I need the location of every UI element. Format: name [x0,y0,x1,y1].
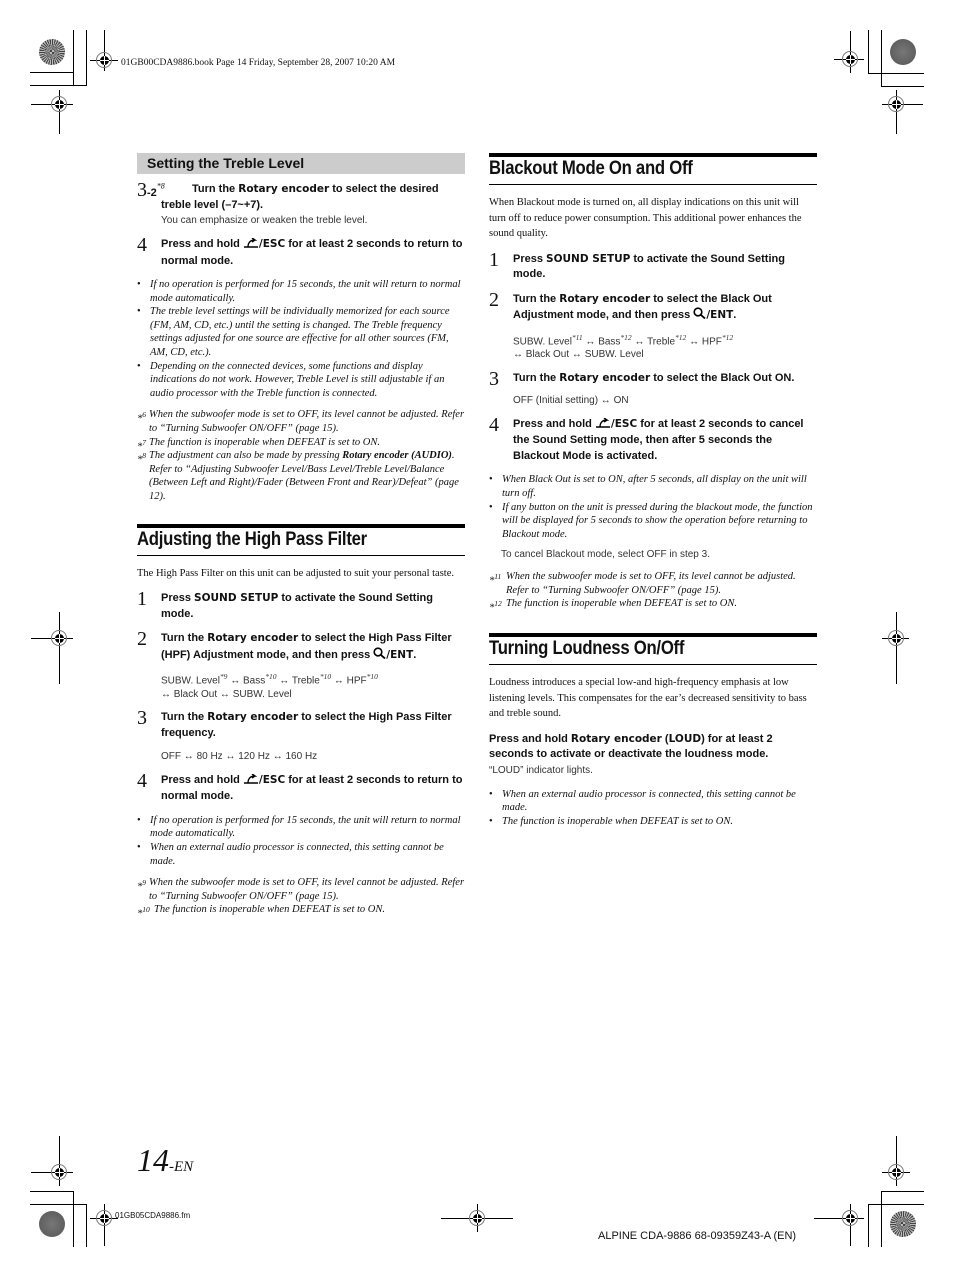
mode-sequence: SUBW. Level*9 ↔ Bass*10 ↔ Treble*10 ↔ HP… [161,672,378,700]
hpf-footnotes: *9 When the subwoofer mode is set to OFF,… [137,876,465,920]
crop-line [881,1191,924,1192]
step-number: 2 [489,288,499,311]
list-item: If no operation is performed for 15 seco… [137,278,465,305]
crop-line [881,86,924,87]
crop-line [30,1204,87,1205]
step-4: 4 Press and hold /ESC for at least 2 sec… [137,769,463,803]
step-1: 1 Press SOUND SETUP to activate the Soun… [489,248,785,281]
footnote: *11 When the subwoofer mode is set to OFF… [489,571,796,596]
crop-line [881,30,882,87]
color-target-icon [890,1211,916,1237]
step-number: 3 [489,367,499,390]
step-number: 4 [137,769,147,792]
footnote: *7 The function is inoperable when DEFEAT… [137,436,380,453]
crop-line [30,1191,74,1192]
gray-target-icon [39,1211,65,1237]
mode-sequence: SUBW. Level*11 ↔ Bass*12 ↔ Treble*12 ↔ H… [513,332,734,361]
list-item: The treble level settings will be indivi… [137,305,465,359]
step-number: 4 [137,234,147,256]
return-arrow-icon [243,773,259,790]
sound-setup-key: SOUND SETUP [194,592,279,604]
crop-line [73,1191,74,1247]
magnifier-icon [373,646,386,665]
crop-line [30,85,87,86]
list-item: The function is inoperable when DEFEAT i… [489,815,817,829]
section-intro: The High Pass Filter on this unit can be… [137,567,454,579]
section-title-hpf: Adjusting the High Pass Filter [137,523,465,556]
magnifier-icon [693,307,706,325]
step-3: 3 Turn the Rotary encoder to select the … [137,707,465,764]
footnote: *10 The function is inoperable when DEFEA… [137,904,385,920]
step-2: 2 Turn the Rotary encoder to select the … [137,628,465,701]
right-column: Blackout Mode On and Off When Blackout m… [489,153,817,836]
crop-line [73,30,74,86]
footer-file-name: 01GB05CDA9886.fm [115,1211,191,1220]
section-intro: Loudness introduces a special low-and hi… [489,677,807,720]
hpf-notes: If no operation is performed for 15 seco… [137,814,465,868]
return-arrow-icon [243,237,259,254]
step-2: 2 Turn the Rotary encoder to select the … [489,288,817,362]
gray-target-icon [890,39,916,65]
section-title-loudness: Turning Loudness On/Off [489,633,817,666]
loudness-notes: When an external audio processor is conn… [489,788,817,829]
section-title-blackout: Blackout Mode On and Off [489,153,817,185]
step-number: 4 [489,413,499,436]
return-arrow-icon [595,417,611,434]
left-column: Setting the Treble Level 3-2*8 Turn the … [137,153,465,920]
step-3: 3 Turn the Rotary encoder to select the … [489,367,817,408]
crop-line [881,1191,882,1247]
treble-footnotes: *6 When the subwoofer mode is set to OFF,… [137,408,465,503]
step-number: 2 [137,628,147,650]
rotary-encoder-key: Rotary encoder [238,183,330,195]
list-item: When an external audio processor is conn… [489,788,817,815]
step-1: 1 Press SOUND SETUP to activate the Soun… [137,588,433,620]
step-note: You can emphasize or weaken the treble l… [161,215,368,226]
footer-model-code: ALPINE CDA-9886 68-09359Z43-A (EN) [598,1230,797,1242]
crop-line [86,1204,87,1247]
step-4: 4 Press and hold /ESC for at least 2 sec… [137,234,463,267]
cancel-note: To cancel Blackout mode, select OFF in s… [501,549,710,561]
crop-line [86,30,87,85]
indicator-note: “LOUD” indicator lights. [489,764,593,776]
list-item: Depending on the connected devices, some… [137,360,465,401]
crop-line [30,72,74,73]
page-number: 14-EN [137,1142,194,1178]
list-item: If no operation is performed for 15 seco… [137,814,465,841]
sound-setup-key: SOUND SETUP [546,252,631,265]
blackout-notes: When Black Out is set to ON, after 5 sec… [489,473,817,541]
crop-line [868,1204,924,1205]
step-4: 4 Press and hold /ESC for at least 2 sec… [489,413,804,462]
setting-sequence: OFF (Initial setting) ↔ ON [513,395,629,407]
treble-notes: If no operation is performed for 15 seco… [137,278,465,400]
list-item: When Black Out is set to ON, after 5 sec… [489,473,817,500]
step-3-2: 3-2*8 Turn the Rotary encoder to select … [137,179,465,228]
section-title-treble: Setting the Treble Level [137,153,465,174]
list-item: When an external audio processor is conn… [137,841,465,868]
step-number: 1 [137,588,147,610]
blackout-footnotes: *11 When the subwoofer mode is set to OFF… [489,570,817,614]
step-number: 3 [137,707,147,730]
footnote: *6 When the subwoofer mode is set to OFF,… [137,409,465,434]
step-number: 3-2*8 [137,179,165,201]
crop-line [868,30,869,74]
crop-line [868,1204,869,1247]
footnote: *9 When the subwoofer mode is set to OFF,… [137,877,465,902]
footnote: *12 The function is inoperable when DEFEA… [489,598,737,614]
file-meta-header: 01GB00CDA9886.book Page 14 Friday, Septe… [121,58,396,68]
loudness-instruction: Press and hold Rotary encoder (LOUD) for… [489,732,773,761]
frequency-sequence: OFF ↔ 80 Hz ↔ 120 Hz ↔ 160 Hz [161,751,318,763]
color-target-icon [39,39,65,65]
list-item: If any button on the unit is pressed dur… [489,501,817,542]
footnote: *8 The adjustment can also be made by pre… [137,450,459,502]
section-intro: When Blackout mode is turned on, all dis… [489,197,802,239]
step-number: 1 [489,248,499,271]
crop-line [868,73,924,74]
